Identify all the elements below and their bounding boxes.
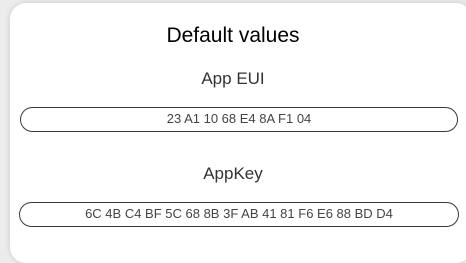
app-key-field[interactable]: 6C 4B C4 BF 5C 68 8B 3F AB 41 81 F6 E6 8… bbox=[19, 202, 459, 227]
app-key-label: AppKey bbox=[203, 164, 263, 183]
app-eui-label: App EUI bbox=[201, 69, 265, 88]
panel-title: Default values bbox=[166, 24, 300, 47]
app-eui-field[interactable]: 23 A1 10 68 E4 8A F1 04 bbox=[20, 107, 458, 132]
